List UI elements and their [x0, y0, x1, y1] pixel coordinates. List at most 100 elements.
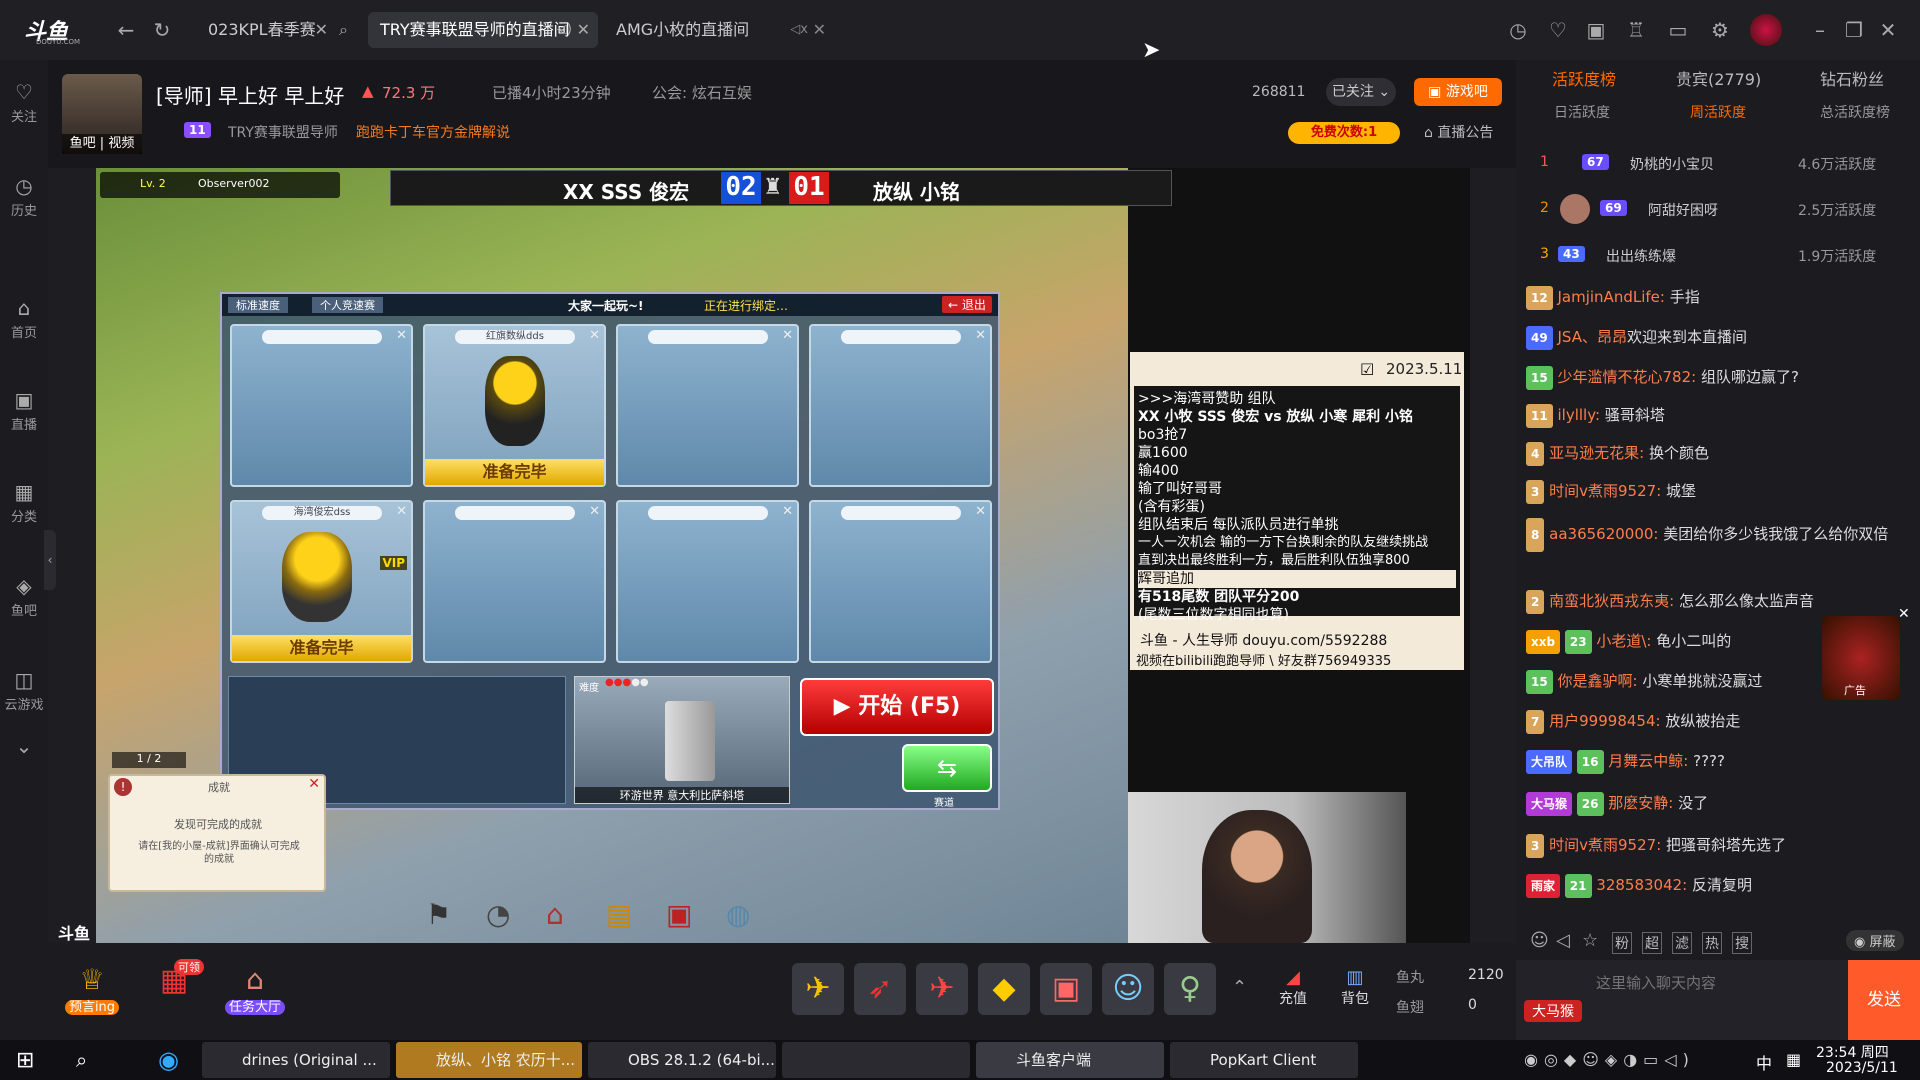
gift-plane[interactable]: ✈	[916, 963, 968, 1015]
player-slot[interactable]: ✕	[616, 500, 799, 663]
chat-user[interactable]: 少年滥情不花心782:	[1557, 368, 1696, 386]
close-icon[interactable]: ✕	[813, 12, 826, 48]
send-button[interactable]: 发送	[1848, 960, 1920, 1040]
gift-card[interactable]: ◆	[978, 963, 1030, 1015]
search-icon[interactable]: ⌕	[76, 1048, 87, 1072]
player-slot[interactable]: ✕	[230, 324, 413, 487]
player-slot[interactable]: 红旗数纵dds ✕ 准备完毕	[423, 324, 606, 487]
exit-button[interactable]: ← 退出	[942, 296, 992, 313]
gift-box[interactable]: ▣	[1040, 963, 1092, 1015]
close-icon[interactable]: ✕	[589, 504, 600, 519]
mode-tab-individual[interactable]: 个人竞速赛	[312, 297, 383, 313]
gift-claim-entry[interactable]: ▦ 可领	[144, 959, 204, 1019]
ime-indicator[interactable]: 中	[1756, 1050, 1772, 1074]
gift-rocket-gold[interactable]: ✈	[792, 963, 844, 1015]
clock-time[interactable]: 23:54 周四	[1816, 1042, 1889, 1062]
tab-vip[interactable]: 贵宾(2779)	[1676, 66, 1761, 90]
chat-user[interactable]: 时间v煮雨9527:	[1549, 836, 1661, 854]
gift-girl[interactable]: ♀	[1164, 963, 1216, 1015]
filter-tool[interactable]: 滤	[1672, 932, 1692, 954]
rank-row[interactable]: 3 43 出出练练爆 1.9万活跃度	[1540, 242, 1900, 282]
start-button[interactable]: ▶ 开始 (F5)	[800, 678, 994, 736]
tab-try-live[interactable]: TRY赛事联盟导师的直播间 ◁) ✕	[368, 12, 598, 48]
shop-icon[interactable]: ▤	[606, 898, 632, 931]
close-icon[interactable]: ✕	[577, 12, 590, 48]
chat-user[interactable]: ilyllly:	[1557, 406, 1600, 424]
close-icon[interactable]: ✕	[1898, 606, 1910, 622]
chest-icon[interactable]: ▣	[666, 898, 692, 931]
settings-icon[interactable]: ⚙	[1708, 18, 1732, 42]
rail-collapse-handle[interactable]: ‹	[44, 530, 56, 590]
block-toggle[interactable]: ◉ 屏蔽	[1846, 930, 1904, 951]
rail-item-live[interactable]: ▣ 直播	[0, 388, 48, 433]
gift-rocket[interactable]: ➶	[854, 963, 906, 1015]
chat-user[interactable]: 用户99998454:	[1549, 712, 1660, 730]
player-slot[interactable]: ✕	[616, 324, 799, 487]
chat-user[interactable]: JamjinAndLife:	[1557, 288, 1664, 306]
chat-user[interactable]: 那麽安静:	[1608, 794, 1673, 812]
track-button[interactable]: ⇆	[902, 744, 992, 792]
gift-character[interactable]: ☺	[1102, 963, 1154, 1015]
tab-diamond-fans[interactable]: 钻石粉丝	[1820, 66, 1884, 90]
taskbar-app[interactable]: drines (Original ...	[202, 1042, 390, 1078]
close-icon[interactable]: ✕	[975, 504, 986, 519]
restore-icon[interactable]: ❐	[1842, 18, 1866, 42]
player-slot[interactable]: 海湾俊宏dss ✕ VIP 准备完毕	[230, 500, 413, 663]
message-icon[interactable]: ▭	[1666, 18, 1690, 42]
bag-button[interactable]: ▥ 背包	[1330, 967, 1380, 1008]
robot-icon[interactable]: ◍	[726, 898, 750, 931]
tray-icons[interactable]: ◉◎◆☺◈◑▭◁)	[1524, 1050, 1695, 1069]
rail-item-history[interactable]: ◷ 历史	[0, 174, 48, 219]
close-icon[interactable]: ✕	[782, 504, 793, 519]
garage-icon[interactable]: ⌂	[546, 898, 564, 931]
announcement-link[interactable]: ⌂ 直播公告	[1424, 122, 1493, 142]
browser-icon[interactable]: ◉	[158, 1046, 179, 1074]
close-icon[interactable]: ✕	[315, 12, 328, 48]
rank-row[interactable]: 1 67 奶桃的小宝贝 4.6万活跃度	[1540, 150, 1900, 190]
free-count-badge[interactable]: 免费次数:1	[1288, 122, 1400, 144]
promo-link[interactable]: 跑跑卡丁车官方金牌解说	[356, 122, 510, 142]
chat-input[interactable]	[1596, 970, 1826, 996]
refresh-icon[interactable]: ↻	[150, 18, 174, 42]
task-hall-entry[interactable]: ⌂ 任务大厅	[220, 963, 290, 1019]
clock-date[interactable]: 2023/5/11	[1826, 1060, 1898, 1076]
super-tool[interactable]: 超	[1642, 932, 1662, 954]
fan-badge[interactable]: 大马猴	[1524, 1000, 1582, 1022]
close-icon[interactable]: ✕	[396, 328, 407, 343]
douyu-logo[interactable]: 斗鱼 DOUYU.COM	[14, 12, 90, 48]
rail-item-category[interactable]: ▦ 分类	[0, 480, 48, 525]
game-scene[interactable]: Lv. 2 Observer002 XX SSS 俊宏 02 ♜ 01 放纵 小…	[58, 168, 1172, 943]
subtab-total[interactable]: 总活跃度榜	[1820, 102, 1890, 122]
taskbar-app[interactable]: 斗鱼客户端	[976, 1042, 1164, 1078]
chat-user[interactable]: 南蛮北狄西戎东夷:	[1549, 592, 1674, 610]
player-slot[interactable]: ✕	[809, 500, 992, 663]
close-window-icon[interactable]: ✕	[1876, 18, 1900, 42]
close-icon[interactable]: ✕	[975, 328, 986, 343]
rail-item-cloudgame[interactable]: ◫ 云游戏	[0, 668, 48, 713]
speedometer-icon[interactable]: ◔	[486, 898, 510, 931]
rail-item-fishbar[interactable]: ◈ 鱼吧	[0, 574, 48, 619]
ad-banner[interactable]: 广告	[1822, 616, 1900, 700]
chat-user[interactable]: 你是鑫驴啊:	[1557, 672, 1637, 690]
tab-kpl[interactable]: 023KPL春季赛 ✕ ⌕	[196, 12, 356, 48]
taskbar-app[interactable]: OBS 28.1.2 (64-bi...	[588, 1042, 776, 1078]
chat-user[interactable]: JSA、昂昂	[1557, 328, 1627, 346]
close-icon[interactable]: ✕	[589, 328, 600, 343]
chat-user[interactable]: 时间v煮雨9527:	[1549, 482, 1661, 500]
minimize-icon[interactable]: –	[1808, 18, 1832, 42]
prediction-entry[interactable]: ♕ 预言ing	[62, 963, 122, 1019]
taskbar-app[interactable]: PopKart Client	[1170, 1042, 1358, 1078]
player-slot[interactable]: ✕	[423, 500, 606, 663]
chat-user[interactable]: 月舞云中鲸:	[1608, 752, 1688, 770]
tab-amg-live[interactable]: AMG小枚的直播间 ◁x ✕	[604, 12, 834, 48]
clock-icon[interactable]: ◷	[1506, 18, 1530, 42]
streamer-avatar[interactable]: 鱼吧 | 视频	[62, 74, 142, 154]
rail-item-home[interactable]: ⌂ 首页	[0, 296, 48, 341]
rail-item-follow[interactable]: ♡ 关注	[0, 80, 48, 125]
back-arrow-icon[interactable]: ←	[114, 18, 138, 42]
close-icon[interactable]: ✕	[396, 504, 407, 519]
recharge-button[interactable]: ◢ 充值	[1268, 967, 1318, 1008]
rank-row[interactable]: 2 69 阿甜好困呀 2.5万活跃度	[1540, 194, 1900, 236]
search-tool[interactable]: 搜	[1732, 932, 1752, 954]
subtab-daily[interactable]: 日活跃度	[1554, 102, 1610, 122]
